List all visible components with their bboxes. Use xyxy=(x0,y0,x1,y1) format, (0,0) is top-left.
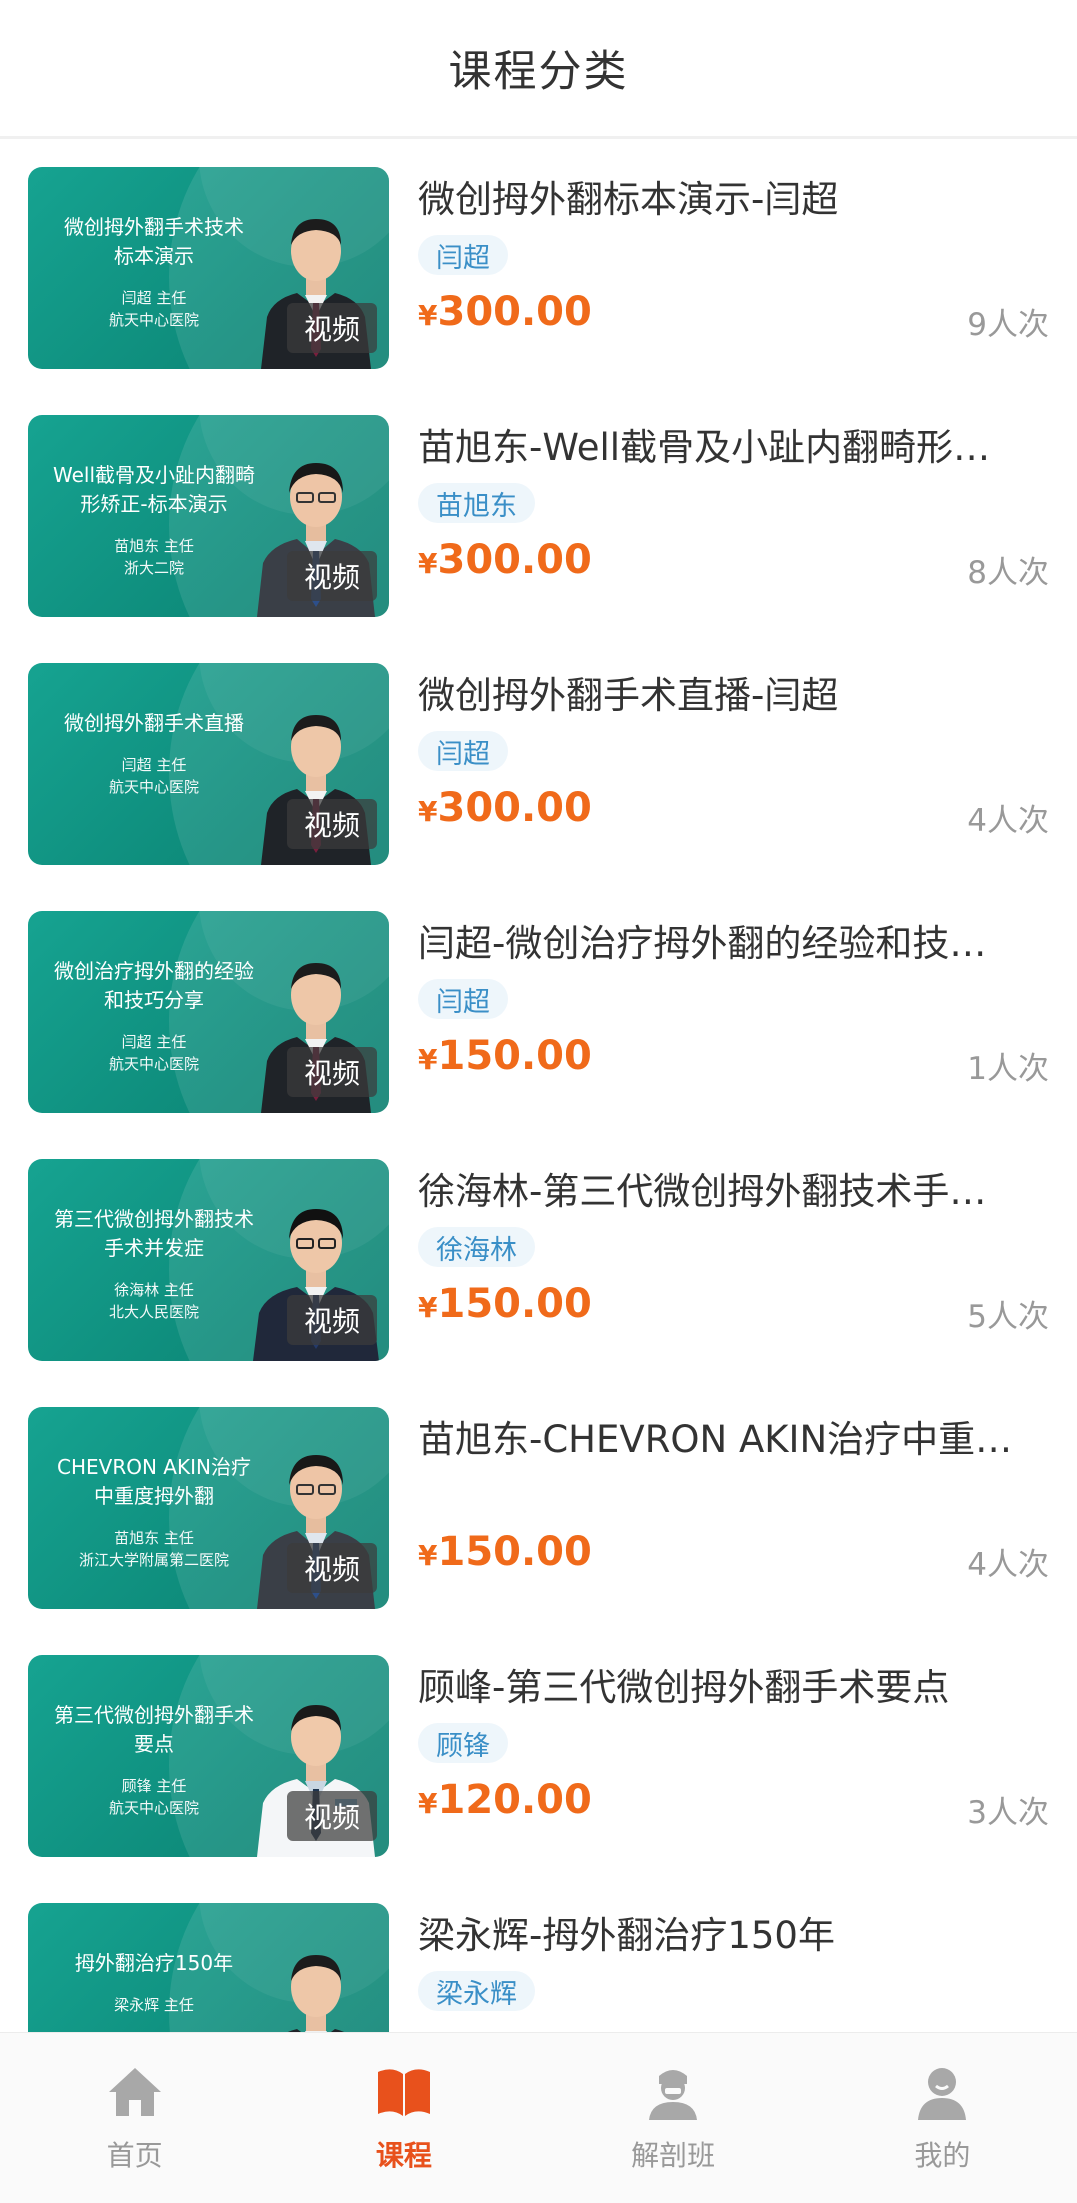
teacher-tag: 闫超 xyxy=(418,235,508,275)
teacher-tag: 闫超 xyxy=(418,731,508,771)
tab-label: 首页 xyxy=(106,2139,163,2172)
view-count: 8人次 xyxy=(967,555,1049,591)
course-item[interactable]: 第三代微创拇外翻技术 手术并发症 徐海林 主任 北大人民医院 视频 徐海林-第三… xyxy=(0,1131,1077,1379)
course-item[interactable]: 微创治疗拇外翻的经验 和技巧分享 闫超 主任 航天中心医院 视频 闫超-微创治疗… xyxy=(0,883,1077,1131)
course-price: ¥120.00 xyxy=(418,1777,592,1823)
course-item[interactable]: Well截骨及小趾内翻畸 形矫正-标本演示 苗旭东 主任 浙大二院 视频 苗旭东… xyxy=(0,387,1077,635)
course-thumbnail[interactable]: Well截骨及小趾内翻畸 形矫正-标本演示 苗旭东 主任 浙大二院 视频 xyxy=(28,415,389,617)
thumbnail-info: 苗旭东 主任 浙大二院 xyxy=(114,537,194,577)
user-icon xyxy=(918,2068,967,2120)
thumbnail-title: 第三代微创拇外翻手术 要点 xyxy=(54,1703,254,1756)
course-price: ¥150.00 xyxy=(418,1529,592,1575)
tab-mine[interactable]: 我的 xyxy=(808,2033,1077,2203)
thumbnail-title: Well截骨及小趾内翻畸 形矫正-标本演示 xyxy=(52,463,256,516)
view-count: 4人次 xyxy=(967,803,1049,839)
course-item[interactable]: CHEVRON AKIN治疗 中重度拇外翻 苗旭东 主任 浙江大学附属第二医院 … xyxy=(0,1379,1077,1627)
thumbnail-info: 苗旭东 主任 浙江大学附属第二医院 xyxy=(78,1529,229,1569)
book-icon xyxy=(377,2069,430,2116)
teacher-tag: 徐海林 xyxy=(418,1227,535,1267)
course-title[interactable]: 微创拇外翻标本演示-闫超 xyxy=(418,169,1018,223)
video-badge: 视频 xyxy=(287,1791,377,1841)
view-count: 5人次 xyxy=(967,1299,1049,1335)
home-icon xyxy=(108,2068,161,2116)
thumbnail-info: 闫超 主任 航天中心医院 xyxy=(108,1033,199,1073)
tab-label: 我的 xyxy=(914,2139,971,2172)
thumbnail-info: 梁永辉 主任 xyxy=(114,1996,194,2014)
course-title[interactable]: 苗旭东-Well截骨及小趾内翻畸形… xyxy=(418,417,1018,471)
thumbnail-title: CHEVRON AKIN治疗 中重度拇外翻 xyxy=(57,1455,251,1508)
doctor-icon xyxy=(649,2070,698,2120)
course-thumbnail[interactable]: 拇外翻治疗150年 梁永辉 主任 xyxy=(28,1903,389,2032)
video-badge: 视频 xyxy=(287,1543,377,1593)
thumbnail-title: 微创拇外翻手术直播 xyxy=(64,711,244,735)
thumbnail-info: 徐海林 主任 北大人民医院 xyxy=(108,1281,199,1321)
tab-label: 解剖班 xyxy=(631,2139,716,2172)
thumbnail-title: 拇外翻治疗150年 xyxy=(74,1951,234,1975)
view-count: 9人次 xyxy=(967,307,1049,343)
top-bar: 课程分类 xyxy=(0,0,1077,139)
course-thumbnail[interactable]: 微创拇外翻手术直播 闫超 主任 航天中心医院 视频 xyxy=(28,663,389,865)
course-thumbnail[interactable]: 第三代微创拇外翻技术 手术并发症 徐海林 主任 北大人民医院 视频 xyxy=(28,1159,389,1361)
course-title[interactable]: 徐海林-第三代微创拇外翻技术手… xyxy=(418,1161,1018,1215)
course-item[interactable]: 微创拇外翻手术直播 闫超 主任 航天中心医院 视频 微创拇外翻手术直播-闫超 闫… xyxy=(0,635,1077,883)
teacher-tag: 苗旭东 xyxy=(418,483,535,523)
course-thumbnail[interactable]: 微创拇外翻手术技术 标本演示 闫超 主任 航天中心医院 视频 xyxy=(28,167,389,369)
lecturer-photo xyxy=(288,1955,344,2032)
teacher-tag: 闫超 xyxy=(418,979,508,1019)
tab-anatomy-class[interactable]: 解剖班 xyxy=(539,2033,808,2203)
course-item[interactable]: 第三代微创拇外翻手术 要点 顾锋 主任 航天中心医院 视频 顾峰-第三代微创拇外… xyxy=(0,1627,1077,1875)
bottom-tab-bar: 首页 课程 解剖班 我的 xyxy=(0,2032,1077,2203)
course-title[interactable]: 顾峰-第三代微创拇外翻手术要点 xyxy=(418,1657,1018,1711)
video-badge: 视频 xyxy=(287,799,377,849)
thumbnail-info: 闫超 主任 航天中心医院 xyxy=(108,756,199,796)
course-title[interactable]: 微创拇外翻手术直播-闫超 xyxy=(418,665,1018,719)
thumbnail-title: 微创拇外翻手术技术 标本演示 xyxy=(64,215,244,268)
course-title[interactable]: 闫超-微创治疗拇外翻的经验和技… xyxy=(418,913,1018,967)
video-badge: 视频 xyxy=(287,1047,377,1097)
course-item[interactable]: 拇外翻治疗150年 梁永辉 主任 梁永辉-拇外翻治疗150年 梁永辉 xyxy=(0,1875,1077,2032)
course-thumbnail[interactable]: 微创治疗拇外翻的经验 和技巧分享 闫超 主任 航天中心医院 视频 xyxy=(28,911,389,1113)
course-price: ¥150.00 xyxy=(418,1033,592,1079)
teacher-tag: 梁永辉 xyxy=(418,1971,535,2011)
tab-label: 课程 xyxy=(375,2139,432,2172)
page-title: 课程分类 xyxy=(448,47,629,97)
course-title[interactable]: 苗旭东-CHEVRON AKIN治疗中重… xyxy=(418,1409,1018,1463)
view-count: 4人次 xyxy=(967,1547,1049,1583)
thumbnail-title: 第三代微创拇外翻技术 手术并发症 xyxy=(54,1207,254,1260)
course-price: ¥150.00 xyxy=(418,1281,592,1327)
video-badge: 视频 xyxy=(287,551,377,601)
course-price: ¥300.00 xyxy=(418,289,592,335)
thumbnail-title: 微创治疗拇外翻的经验 和技巧分享 xyxy=(54,959,254,1012)
teacher-tag: 顾锋 xyxy=(418,1723,508,1763)
view-count: 3人次 xyxy=(967,1795,1049,1831)
course-item[interactable]: 微创拇外翻手术技术 标本演示 闫超 主任 航天中心医院 视频 微创拇外翻标本演示… xyxy=(0,139,1077,387)
course-thumbnail[interactable]: 第三代微创拇外翻手术 要点 顾锋 主任 航天中心医院 视频 xyxy=(28,1655,389,1857)
thumbnail-info: 顾锋 主任 航天中心医院 xyxy=(108,1777,199,1817)
course-price: ¥300.00 xyxy=(418,785,592,831)
video-badge: 视频 xyxy=(287,303,377,353)
thumbnail-info: 闫超 主任 航天中心医院 xyxy=(108,289,199,329)
tab-home[interactable]: 首页 xyxy=(0,2033,269,2203)
course-price: ¥300.00 xyxy=(418,537,592,583)
course-thumbnail[interactable]: CHEVRON AKIN治疗 中重度拇外翻 苗旭东 主任 浙江大学附属第二医院 … xyxy=(28,1407,389,1609)
course-title[interactable]: 梁永辉-拇外翻治疗150年 xyxy=(418,1905,1018,1959)
view-count: 1人次 xyxy=(967,1051,1049,1087)
video-badge: 视频 xyxy=(287,1295,377,1345)
tab-courses[interactable]: 课程 xyxy=(269,2033,538,2203)
course-list[interactable]: 微创拇外翻手术技术 标本演示 闫超 主任 航天中心医院 视频 微创拇外翻标本演示… xyxy=(0,139,1077,2032)
